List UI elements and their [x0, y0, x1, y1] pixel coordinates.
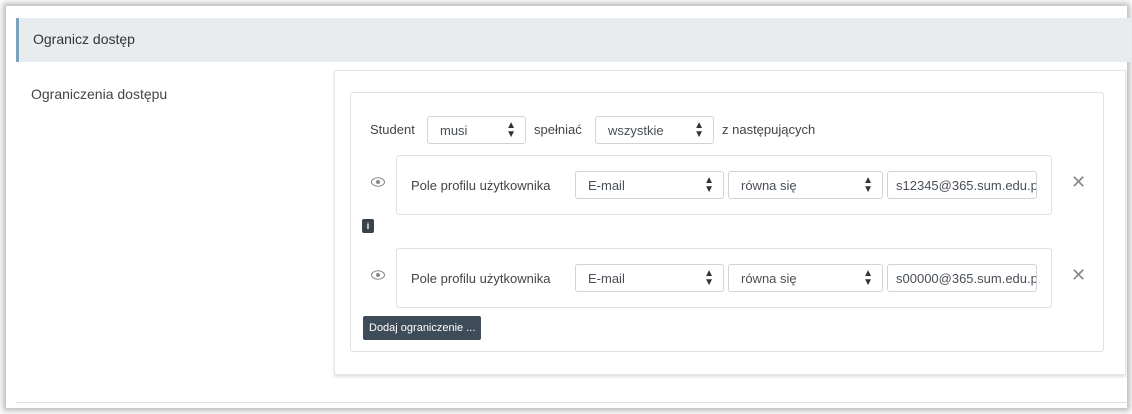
condition-value-text: s12345@365.sum.edu.pl: [896, 178, 1037, 193]
condition-operator-value: równa się: [741, 271, 797, 286]
close-icon[interactable]: ✕: [1071, 265, 1086, 286]
select-arrow-icon: ▲ ▼: [704, 175, 714, 195]
info-icon: i: [362, 219, 374, 233]
must-select-value: musi: [440, 123, 468, 138]
condition-field-value: E-mail: [588, 271, 625, 286]
condition-value-input[interactable]: s00000@365.sum.edu.pl: [887, 264, 1037, 292]
eye-icon[interactable]: [371, 177, 385, 187]
condition-field-select[interactable]: E-mail ▲ ▼: [575, 264, 724, 292]
select-arrow-icon: ▲ ▼: [704, 268, 714, 288]
condition-label: Pole profilu użytkownika: [411, 271, 551, 286]
condition-operator-select[interactable]: równa się ▲ ▼: [728, 264, 883, 292]
condition-label: Pole profilu użytkownika: [411, 178, 551, 193]
condition-field-value: E-mail: [588, 178, 625, 193]
condition-value-input[interactable]: s12345@365.sum.edu.pl: [887, 171, 1037, 199]
select-arrow-icon: ▲ ▼: [506, 120, 516, 140]
condition-field-select[interactable]: E-mail ▲ ▼: [575, 171, 724, 199]
divider: [16, 402, 1131, 403]
select-arrow-icon: ▲ ▼: [863, 268, 873, 288]
condition-value-text: s00000@365.sum.edu.pl: [896, 271, 1037, 286]
section-header[interactable]: Ogranicz dostęp: [16, 18, 1131, 62]
close-icon[interactable]: ✕: [1071, 172, 1086, 193]
section-title: Ogranicz dostęp: [33, 31, 135, 47]
eye-icon[interactable]: [371, 270, 385, 280]
select-arrow-icon: ▲ ▼: [863, 175, 873, 195]
verb-label: spełniać: [534, 122, 582, 137]
scope-select-value: wszystkie: [608, 123, 664, 138]
condition-operator-value: równa się: [741, 178, 797, 193]
select-arrow-icon: ▲ ▼: [694, 120, 704, 140]
add-restriction-button[interactable]: Dodaj ograniczenie ...: [363, 316, 482, 340]
condition-operator-select[interactable]: równa się ▲ ▼: [728, 171, 883, 199]
scope-select[interactable]: wszystkie ▲ ▼: [595, 116, 714, 144]
must-select[interactable]: musi ▲ ▼: [427, 116, 526, 144]
field-label: Ograniczenia dostępu: [31, 86, 168, 102]
suffix-label: z następujących: [722, 122, 816, 137]
subject-label: Student: [370, 122, 415, 137]
